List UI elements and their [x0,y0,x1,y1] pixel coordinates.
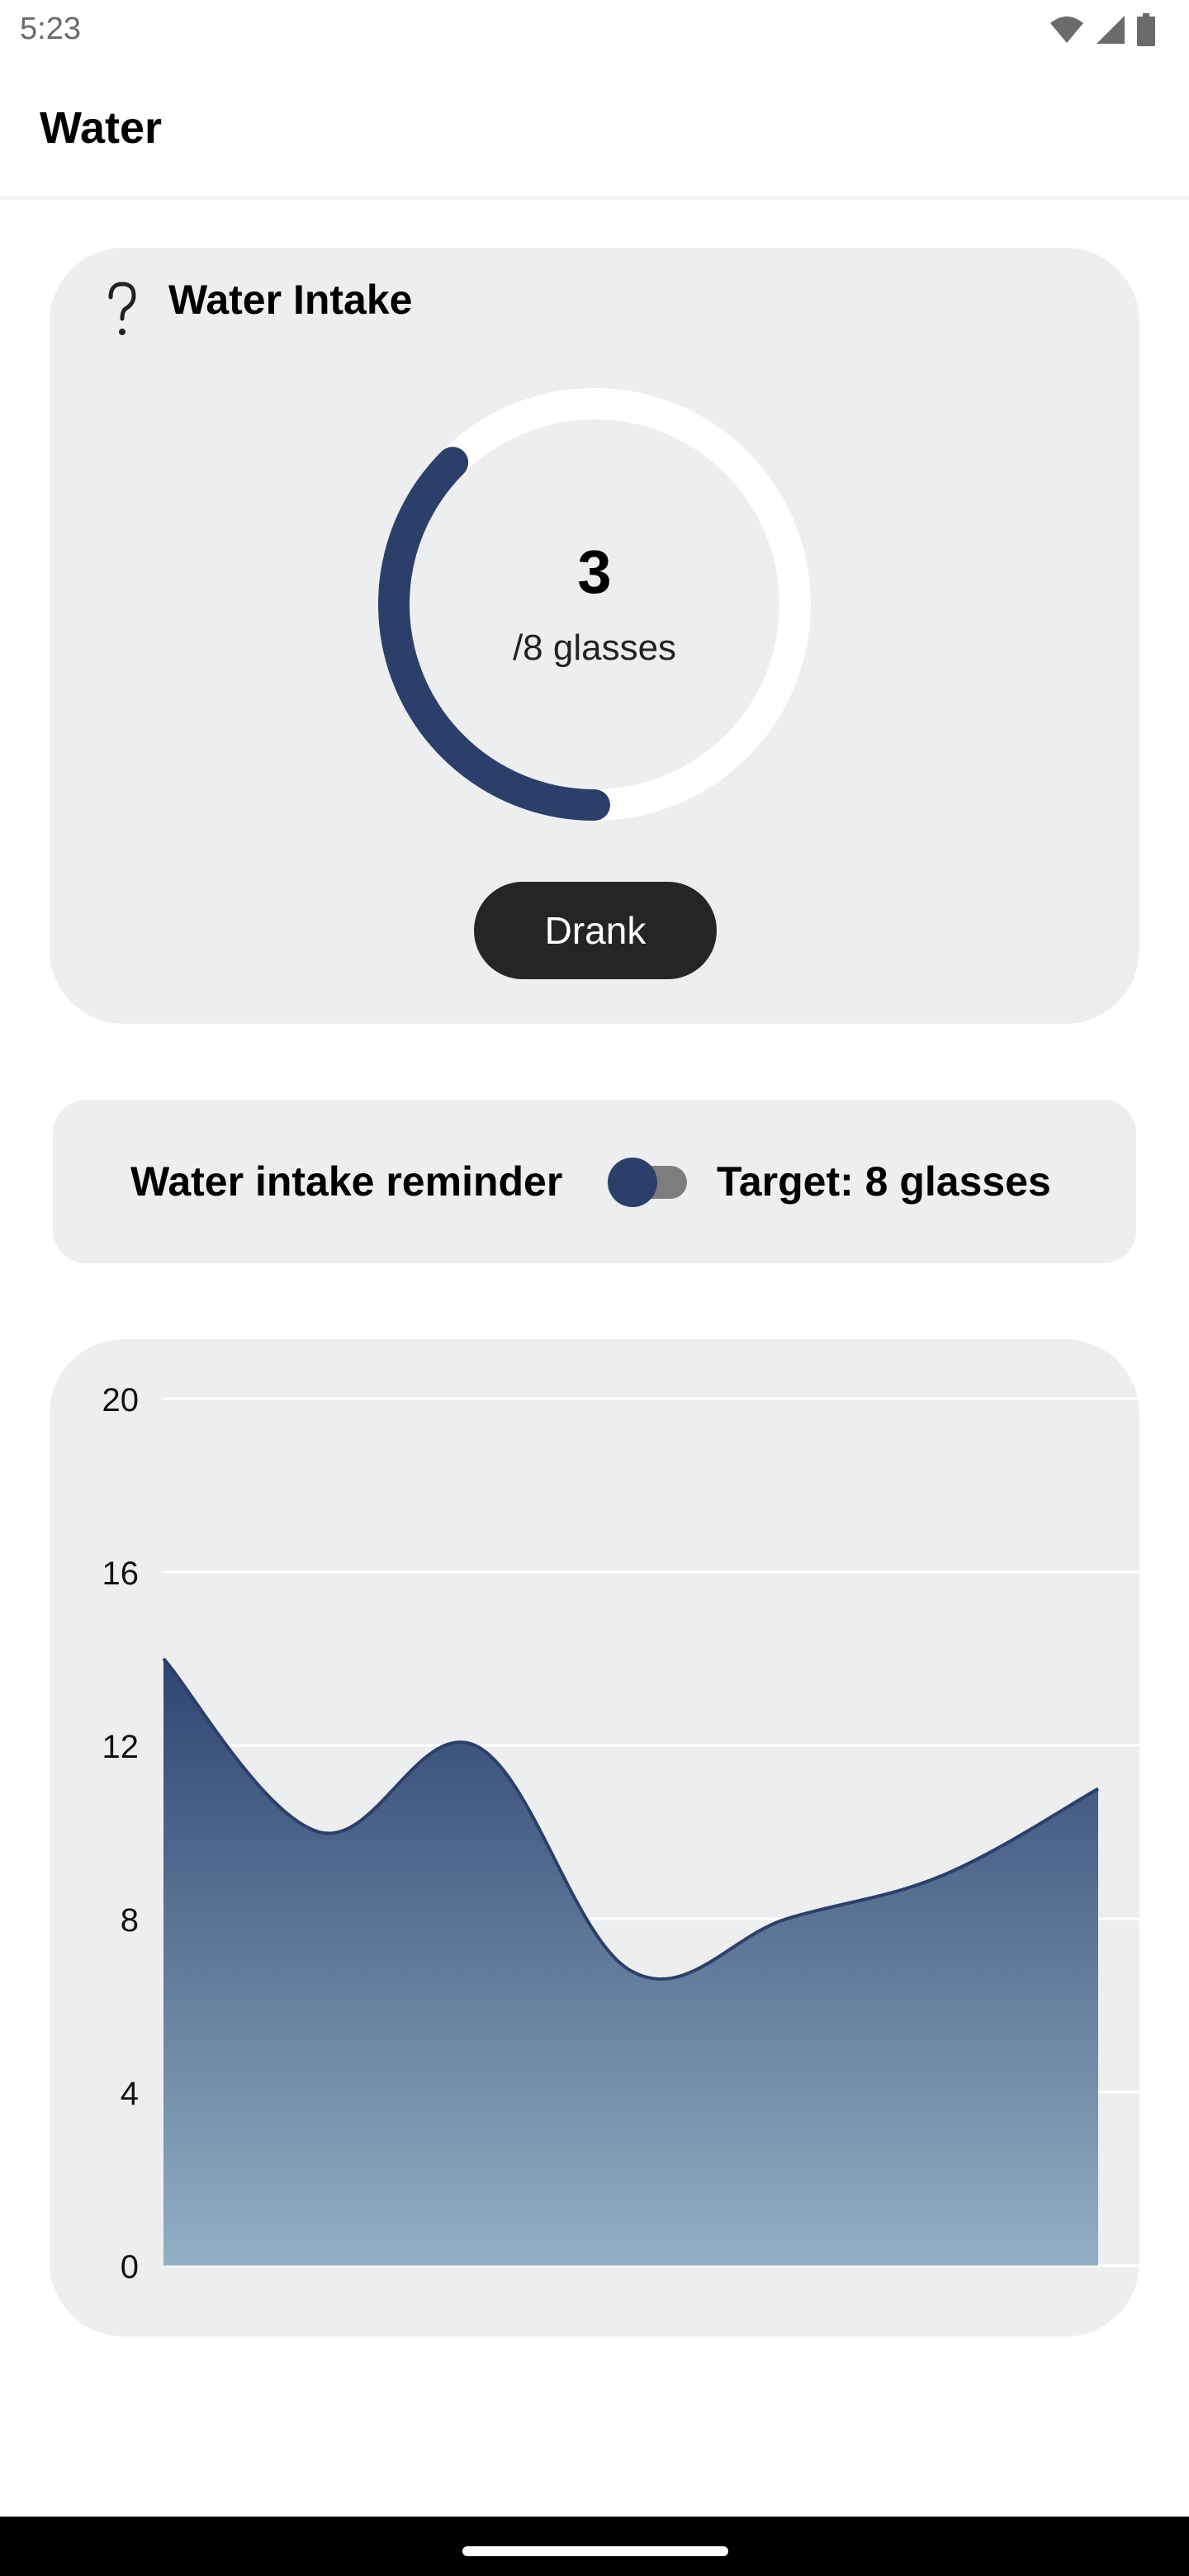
y-tick-label: 8 [121,1902,139,1939]
wifi-icon [1050,17,1083,43]
reminder-target: Target: 8 glasses [717,1158,1051,1205]
home-indicator[interactable] [462,2546,728,2556]
reminder-label: Water intake reminder [130,1158,563,1205]
app-bar: Water [0,59,1189,198]
signal-icon [1097,16,1125,44]
water-intake-card: Water Intake 3 /8 glasses Drank [50,248,1139,1024]
y-tick-label: 0 [121,2249,139,2285]
status-time: 5:23 [20,12,81,46]
area-fill [163,1659,1098,2266]
intake-chart-card: 20 16 12 8 4 0 [50,1339,1139,2337]
reminder-toggle[interactable] [608,1156,690,1209]
toggle-knob [608,1158,657,1207]
y-tick-label: 20 [102,1382,140,1418]
y-tick-label: 12 [102,1729,140,1765]
app-bar-divider [0,197,1189,200]
status-bar: 5:23 [0,0,1189,59]
page-title: Water [40,103,163,153]
battery-icon [1137,13,1155,46]
help-icon[interactable] [99,277,145,343]
drank-button[interactable]: Drank [474,882,717,979]
status-icons [1049,13,1156,46]
intake-chart: 20 16 12 8 4 0 [102,1382,1139,2285]
intake-goal-label: /8 glasses [512,627,677,668]
reminder-card: Water intake reminder Target: 8 glasses [53,1100,1136,1263]
navigation-bar [0,2517,1189,2576]
intake-count: 3 [577,537,612,606]
y-tick-label: 4 [121,2076,139,2112]
card-title: Water Intake [168,277,413,323]
y-tick-label: 16 [102,1556,140,1592]
